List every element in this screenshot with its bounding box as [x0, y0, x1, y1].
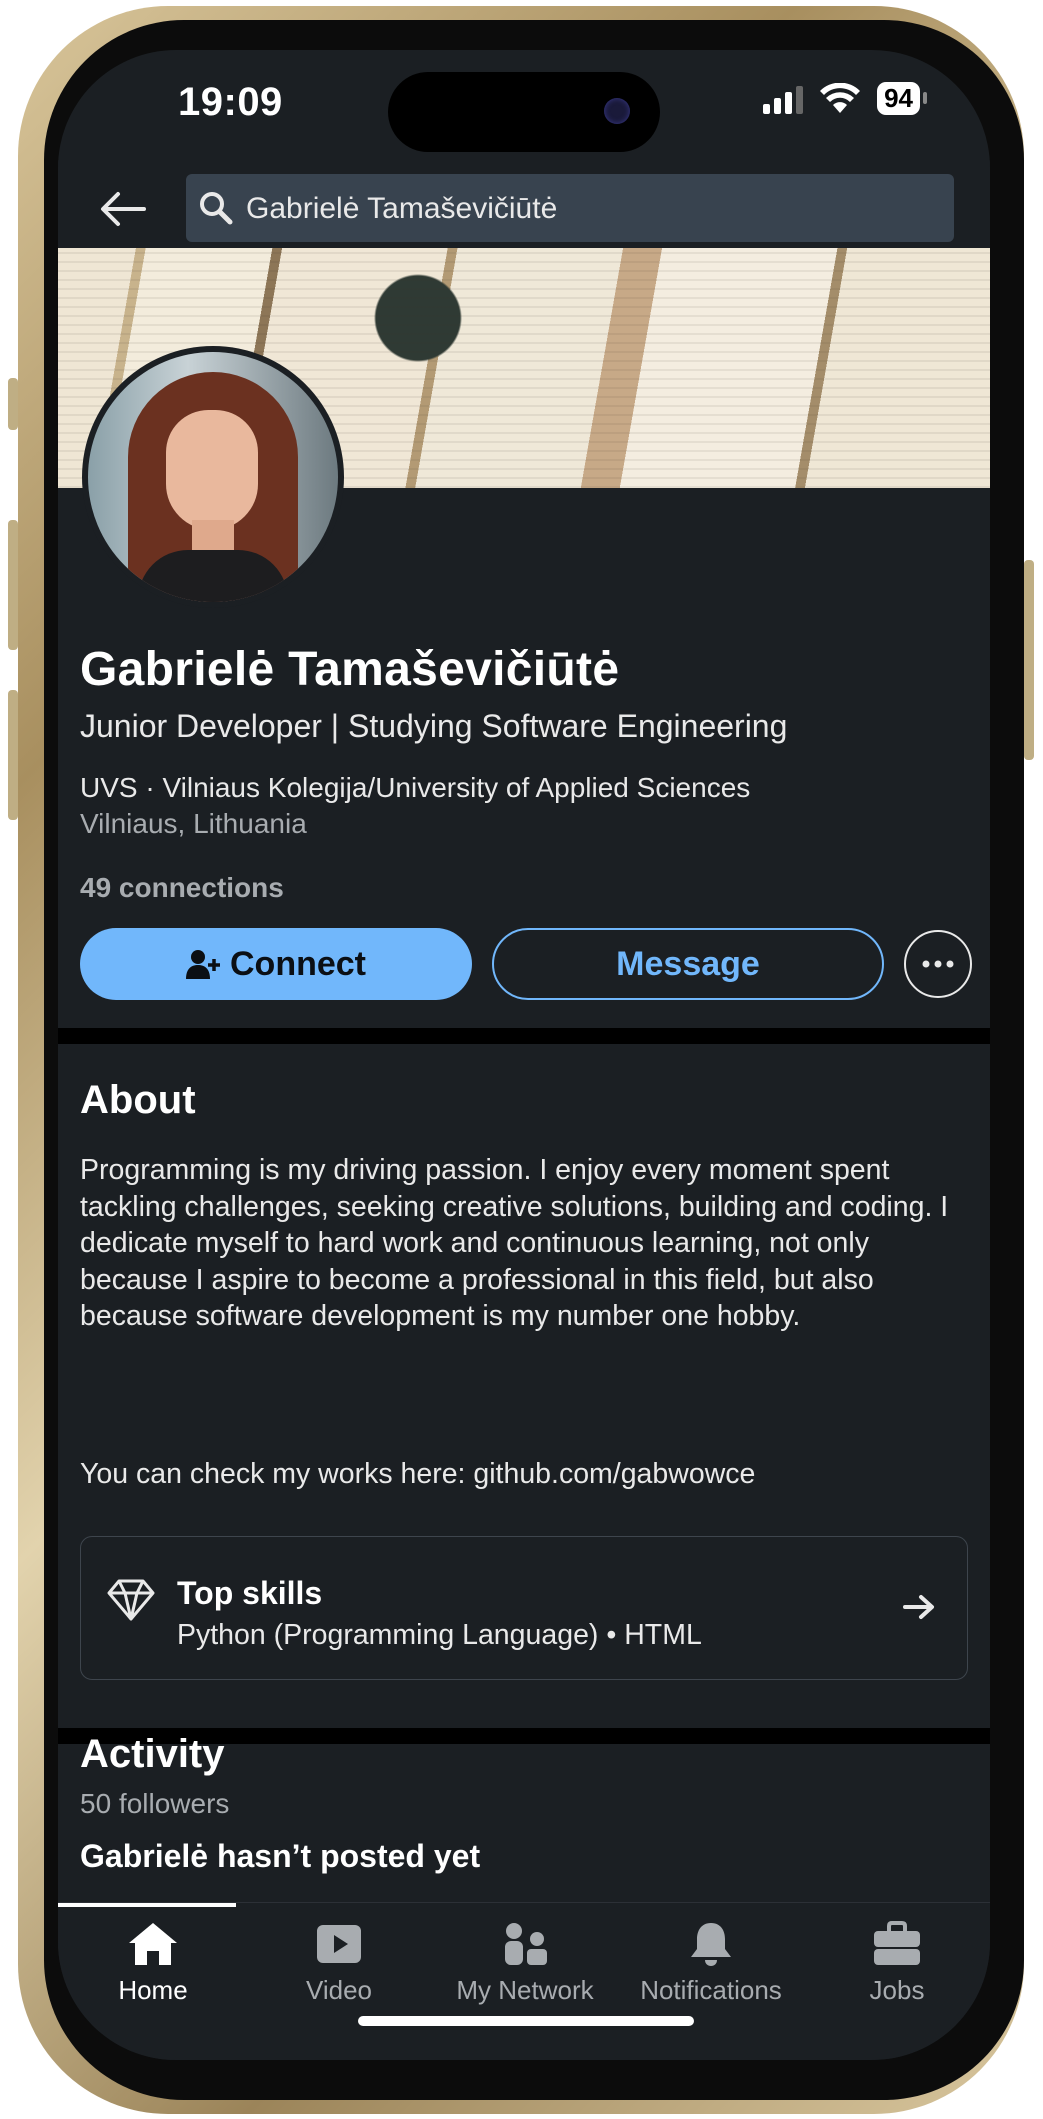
home-indicator[interactable]: [358, 2016, 694, 2026]
profile-location: Vilniaus, Lithuania: [80, 808, 307, 839]
dynamic-island: [388, 72, 660, 152]
more-options-button[interactable]: [904, 930, 972, 998]
tab-label: Notifications: [640, 1975, 782, 2005]
network-icon: [505, 1923, 547, 1965]
message-button[interactable]: Message: [492, 928, 884, 1000]
top-skills-card[interactable]: Top skills Python (Programming Language)…: [80, 1536, 968, 1680]
battery-icon: 94: [877, 82, 927, 115]
top-skills-list: Python (Programming Language) • HTML: [177, 1619, 702, 1651]
tab-notifications[interactable]: Notifications: [618, 1921, 804, 2006]
tab-video[interactable]: Video: [246, 1921, 432, 2006]
profile-photo: [88, 352, 338, 602]
top-skills-title: Top skills: [177, 1575, 323, 1611]
tab-label: Jobs: [869, 1975, 925, 2005]
signal-icon: [763, 84, 804, 114]
camera-icon: [604, 98, 630, 124]
about-text: Programming is my driving passion. I enj…: [80, 1154, 949, 1332]
connections-count[interactable]: 49 connections: [80, 872, 284, 904]
tab-label: My Network: [456, 1975, 594, 2005]
video-icon: [317, 1925, 361, 1963]
avatar[interactable]: [82, 346, 344, 608]
connect-label: Connect: [230, 944, 366, 983]
home-icon: [129, 1923, 177, 1965]
tab-home[interactable]: Home: [60, 1921, 246, 2006]
about-title: About: [80, 1078, 196, 1122]
power-button: [1024, 560, 1034, 760]
volume-up-button: [8, 520, 18, 650]
profile-education[interactable]: UVS · Vilniaus Kolegija/University of Ap…: [80, 772, 750, 804]
message-label: Message: [616, 944, 760, 983]
volume-down-button: [8, 690, 18, 820]
search-input[interactable]: Gabrielė Tamaševičiūtė: [186, 174, 954, 242]
bottom-tab-bar: Home Video My Network Notifications Jobs: [58, 1902, 990, 2060]
connect-button[interactable]: Connect: [80, 928, 472, 1000]
arrow-right-icon: [903, 1595, 934, 1619]
search-query: Gabrielė Tamaševičiūtė: [246, 192, 558, 225]
tab-jobs[interactable]: Jobs: [804, 1921, 990, 2006]
action-button: [8, 378, 18, 430]
tab-my-network[interactable]: My Network: [432, 1921, 618, 2006]
bell-icon: [691, 1923, 731, 1966]
active-tab-indicator: [58, 1903, 236, 1907]
status-indicators: 94: [763, 82, 927, 115]
briefcase-icon: [874, 1921, 920, 1965]
section-divider: [58, 1028, 990, 1044]
tab-label: Home: [118, 1975, 188, 2005]
wifi-icon: [820, 82, 861, 113]
more-icon: [922, 960, 954, 968]
about-github-line[interactable]: You can check my works here: github.com/…: [80, 1458, 755, 1491]
diamond-icon: [107, 1579, 155, 1621]
add-person-icon: [186, 950, 220, 979]
activity-empty-state: Gabrielė hasn’t posted yet: [80, 1838, 481, 1874]
status-time: 19:09: [178, 80, 283, 124]
search-icon: [200, 192, 233, 225]
screen: 19:09 94 Gabrielė Tamaševičiūtė Gabrielė…: [58, 50, 990, 2060]
profile-name: Gabrielė Tamaševičiūtė: [80, 643, 620, 696]
back-arrow-icon[interactable]: [96, 182, 150, 236]
tab-label: Video: [305, 1975, 373, 2005]
activity-title: Activity: [80, 1732, 225, 1776]
followers-count: 50 followers: [80, 1788, 230, 1819]
top-navigation: Gabrielė Tamaševičiūtė: [58, 160, 990, 250]
profile-headline: Junior Developer | Studying Software Eng…: [80, 708, 788, 744]
